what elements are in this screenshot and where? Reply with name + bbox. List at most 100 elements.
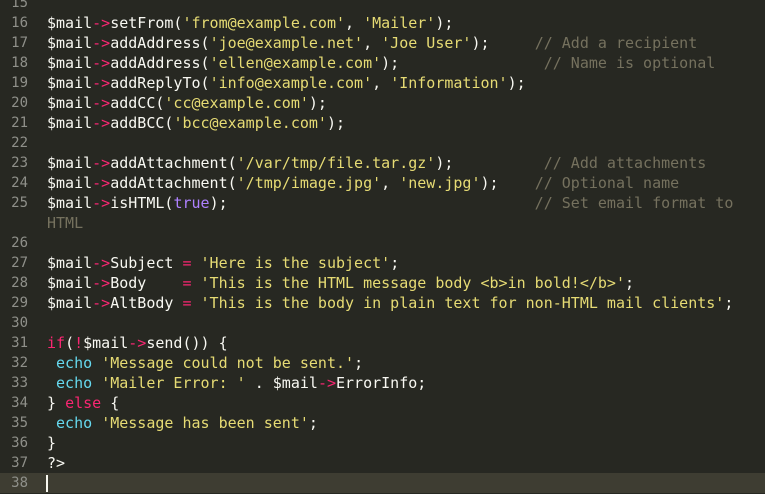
string-token: 'cc@example.com' [164,94,309,112]
operator-token: -> [317,374,336,392]
code-token: ); [480,174,535,192]
keyword-token: echo [56,374,93,392]
comment-token: // Name is optional [543,54,716,72]
code-text: $mail->setFrom('from@example.com', 'Mail… [47,13,453,33]
code-line[interactable]: 25 $mail->isHTML(true); // Set email form… [0,193,765,213]
code-line[interactable]: 24 $mail->addAttachment('/tmp/image.jpg',… [0,173,765,193]
code-text: $mail->addAddress('joe@example.net', 'Jo… [47,33,697,53]
string-token: 'info@example.com' [209,74,373,92]
code-line[interactable]: 37 ?> [0,453,765,473]
code-token: AltBody [110,294,183,312]
code-line[interactable]: 20 $mail->addCC('cc@example.com'); [0,93,765,113]
code-line[interactable]: 21 $mail->addBCC('bcc@example.com'); [0,113,765,133]
code-line[interactable]: HTML [0,213,765,233]
code-line[interactable]: 38 [0,473,765,493]
string-token: 'This is the body in plain text for non-… [200,294,725,312]
comment-token: // Add a recipient [534,34,698,52]
operator-token: = [182,294,192,312]
code-token: Subject [110,254,183,272]
line-number: 17 [11,35,28,51]
operator-token: -> [92,74,111,92]
code-token: $mail [47,274,93,292]
operator-token: -> [92,174,111,192]
code-text: $mail->isHTML(true); // Set email format… [47,193,733,213]
code-line[interactable]: 34} else { [0,393,765,413]
operator-token: -> [92,154,111,172]
string-token: 'Message has been sent' [101,414,309,432]
code-token: addAttachment( [110,154,237,172]
line-number: 20 [11,95,28,111]
code-text: HTML [47,213,83,233]
code-token: $mail [47,254,93,272]
code-line[interactable]: 18 $mail->addAddress('ellen@example.com')… [0,53,765,73]
line-number: 26 [11,235,28,251]
operator-token: -> [92,194,111,212]
code-text: $mail->Subject = 'Here is the subject'; [47,253,399,273]
code-line[interactable]: 33 echo 'Mailer Error: ' . $mail->ErrorI… [0,373,765,393]
line-number: 33 [11,375,28,391]
code-token: , [363,34,382,52]
operator-token: -> [92,274,111,292]
code-token: ); [209,194,535,212]
code-line[interactable]: 35 echo 'Message has been sent'; [0,413,765,433]
code-line[interactable]: 23 $mail->addAttachment('/var/tmp/file.ta… [0,153,765,173]
string-token: 'ellen@example.com' [209,54,382,72]
code-token: setFrom( [110,14,183,32]
keyword-token: echo [56,354,93,372]
code-token: } [47,394,66,412]
operator-token: -> [92,294,111,312]
code-line[interactable]: 17 $mail->addAddress('joe@example.net', '… [0,33,765,53]
code-line[interactable]: 16 $mail->setFrom('from@example.com', 'Ma… [0,13,765,33]
line-number: 24 [11,175,28,191]
code-token: $mail [47,74,93,92]
text-cursor [46,475,48,492]
code-token: ErrorInfo; [336,374,427,392]
line-number: 21 [11,115,28,131]
code-token: $mail [47,114,93,132]
code-line[interactable]: 31 if(!$mail->send()) { [0,333,765,353]
code-line[interactable]: 19 $mail->addReplyTo('info@example.com', … [0,73,765,93]
code-line[interactable]: 29 $mail->AltBody = 'This is the body in … [0,293,765,313]
line-number: 30 [11,315,28,331]
operator-token: if [47,334,66,352]
operator-token: = [182,274,192,292]
code-line[interactable]: 30 [0,313,765,333]
string-token: 'from@example.com' [182,14,346,32]
string-token: '/var/tmp/file.tar.gz' [236,154,436,172]
string-token: 'new.jpg' [399,174,481,192]
code-token: { [101,394,120,412]
code-line[interactable]: 28 $mail->Body = 'This is the HTML messag… [0,273,765,293]
code-line[interactable]: 36} [0,433,765,453]
code-text: $mail->AltBody = 'This is the body in pl… [47,293,733,313]
string-token: 'Information' [390,74,508,92]
code-editor[interactable]: 15 16 $mail->setFrom('from@example.com', '… [0,0,765,494]
code-line[interactable]: 26 [0,233,765,253]
operator-token: -> [92,54,111,72]
code-token: . $mail [245,374,318,392]
code-line[interactable]: 15 [0,0,765,13]
code-token: $mail [47,174,93,192]
code-token: addReplyTo( [110,74,210,92]
code-token: Body [110,274,183,292]
line-number: 34 [11,395,28,411]
code-token: ; [390,254,400,272]
comment-token: // Set email format to [534,194,734,212]
keyword-token: echo [56,414,93,432]
code-line[interactable]: 22 [0,133,765,153]
code-token: $mail [47,34,93,52]
code-token: ; [308,414,318,432]
code-line[interactable]: 32 echo 'Message could not be sent.'; [0,353,765,373]
code-token: addAddress( [110,34,210,52]
code-token: send()) { [146,334,228,352]
code-text: $mail->addAddress('ellen@example.com'); … [47,53,715,73]
code-token: ( [65,334,75,352]
code-token: ; [354,354,364,372]
string-token: 'Message could not be sent.' [101,354,355,372]
line-number: 25 [11,195,28,211]
code-line[interactable]: 27 $mail->Subject = 'Here is the subject'… [0,253,765,273]
